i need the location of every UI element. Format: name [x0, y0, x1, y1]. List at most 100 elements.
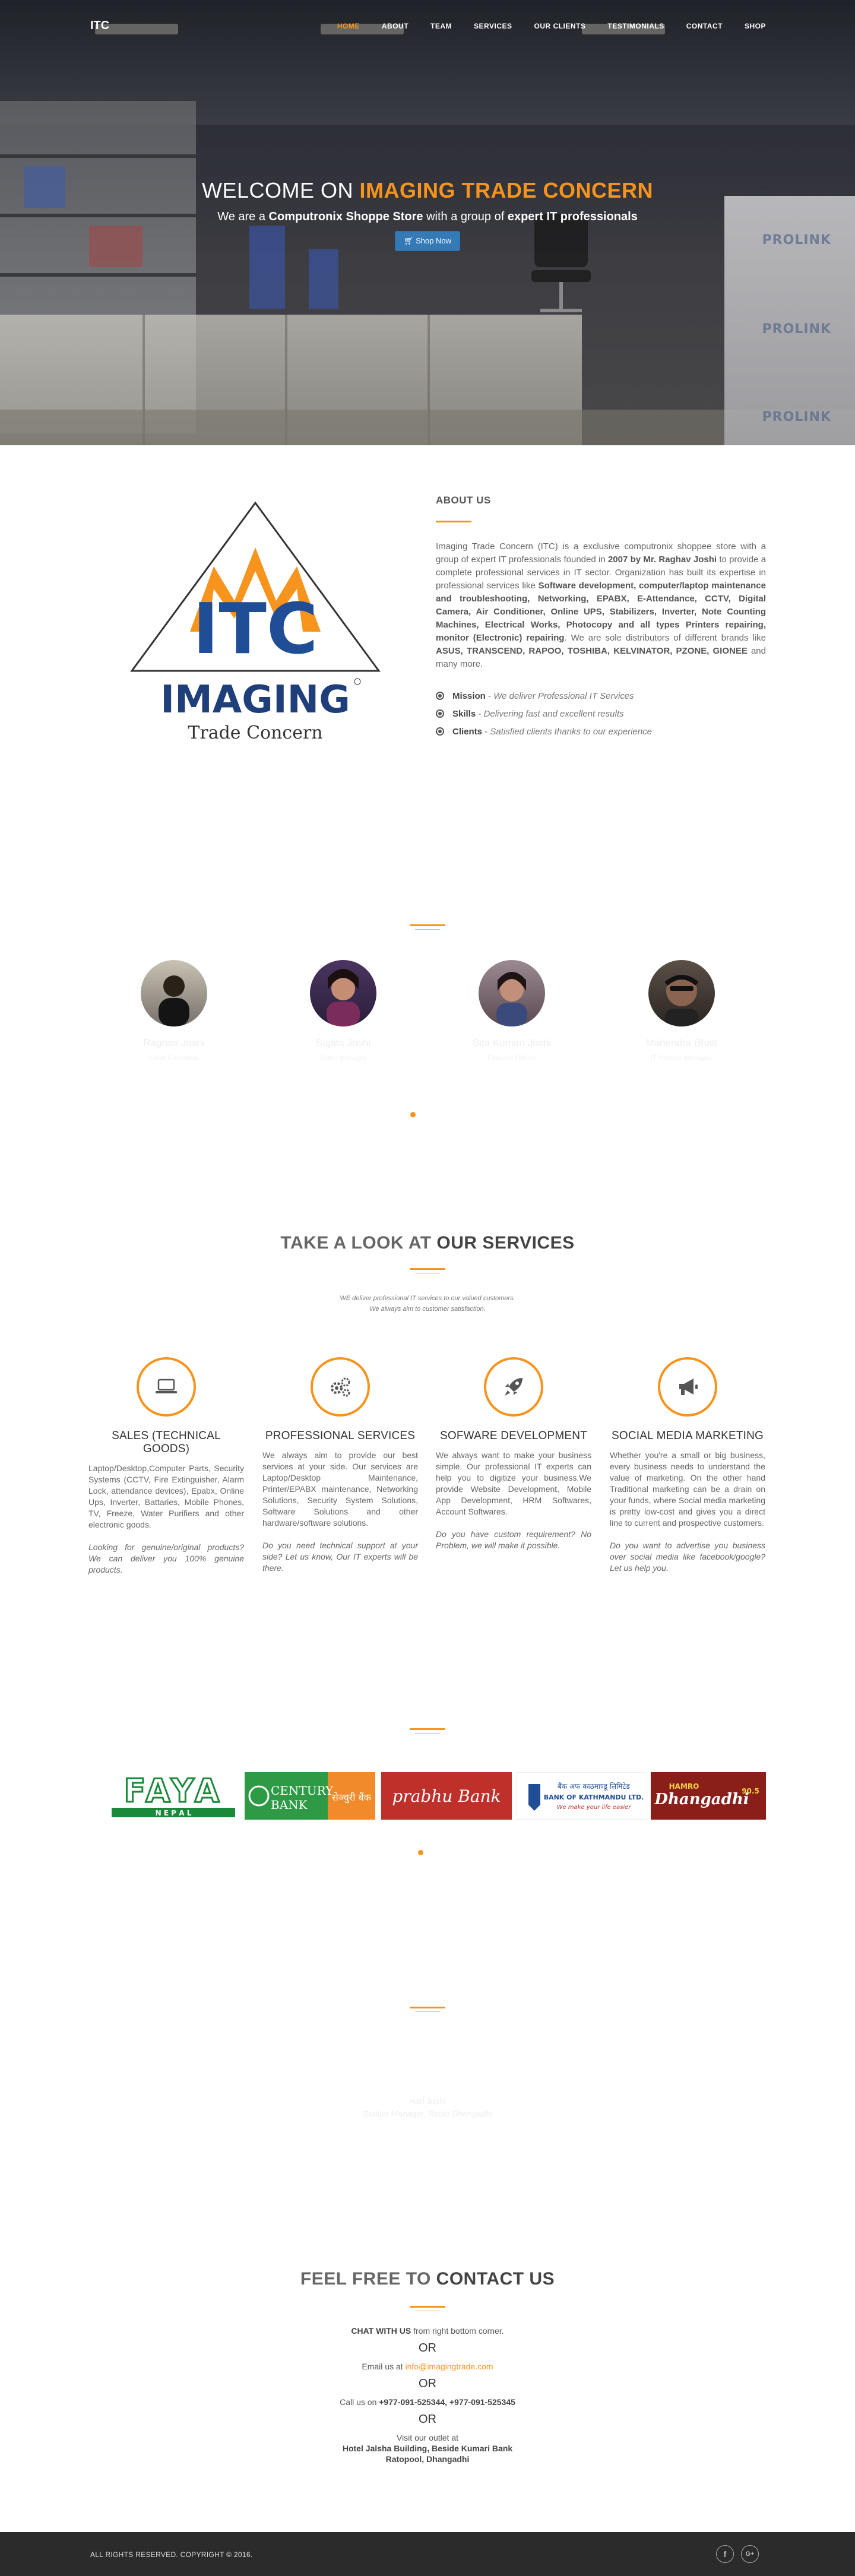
chat-text: from right bottom corner.: [411, 2326, 504, 2336]
feature-skills: Skills - Delivering fast and excellent r…: [436, 705, 766, 723]
shop-now-button[interactable]: 🛒︎ Shop Now: [394, 231, 461, 251]
about-heading-underline: [436, 521, 471, 522]
hero-title: WELCOME ON IMAGING TRADE CONCERN: [0, 178, 855, 203]
feature-text: Satisfied clients thanks to our experien…: [490, 727, 653, 737]
cart-icon: 🛒︎: [403, 236, 416, 245]
about-paragraph: Imaging Trade Concern (ITC) is a exclusi…: [436, 540, 766, 671]
nav-shop[interactable]: SHOP: [745, 22, 766, 30]
avatar: [141, 960, 207, 1026]
client-logo-faya[interactable]: FAYA N E P A L: [108, 1772, 239, 1820]
hero-text: WELCOME ON IMAGING TRADE CONCERN We are …: [0, 178, 855, 251]
email-link[interactable]: info@imagingtrade.com: [406, 2362, 493, 2371]
team-divider: [410, 924, 445, 930]
dot-circle-icon: [436, 692, 444, 700]
about-features: Mission - We deliver Professional IT Ser…: [436, 687, 766, 741]
chat-label: CHAT WITH US: [351, 2326, 411, 2336]
service-note: Do you need technical support at your si…: [262, 1541, 418, 1573]
services-title-light: TAKE A LOOK AT: [280, 1233, 437, 1253]
feature-clients: Clients - Satisfied clients thanks to ou…: [436, 723, 766, 741]
nav-team[interactable]: TEAM: [430, 22, 452, 30]
team-member: Sita Kumari Joshi Finance Officer: [452, 960, 571, 1062]
testimonials-divider: [410, 2007, 445, 2012]
or-separator: OR: [419, 2377, 436, 2390]
client-logo-radio-dhangadhi[interactable]: HAMRO Dhangadhi 90.5: [651, 1772, 766, 1820]
nav-contact[interactable]: CONTACT: [686, 22, 723, 30]
cogs-icon: [311, 1357, 370, 1417]
nav-testimonials[interactable]: TESTIMONIALS: [607, 22, 664, 30]
address-line-1: Hotel Jalsha Building, Beside Kumari Ban…: [0, 2444, 855, 2453]
dot-circle-icon: [436, 709, 444, 718]
member-role: Finance Officer: [487, 1054, 536, 1062]
team-member: Mahendra Bhatt IT Service Manager: [622, 960, 741, 1062]
bok-tagline-text: We make your life easier: [557, 1804, 632, 1811]
about-brands: ASUS, TRANSCEND, RAPOO, TOSHIBA, KELVINA…: [436, 646, 748, 656]
century-nepali-text: सेञ्चुरी बैंक: [332, 1792, 372, 1804]
facebook-icon[interactable]: f: [716, 2545, 734, 2563]
rocket-icon: [484, 1357, 543, 1417]
faya-text: FAYA: [124, 1772, 223, 1810]
service-professional: PROFESSIONAL SERVICES We always aim to p…: [262, 1357, 418, 1574]
phone-label: Call us on: [340, 2397, 379, 2407]
services-title-bold: OUR SERVICES: [436, 1233, 575, 1253]
service-note: Looking for genuine/original products? W…: [88, 1542, 244, 1574]
client-logo-century-bank[interactable]: CENTURY BANK सेञ्चुरी बैंक: [245, 1772, 375, 1820]
century-bank-text: BANK: [271, 1798, 308, 1812]
address-text: Hotel Jalsha Building, Beside Kumari Ban…: [342, 2444, 513, 2453]
feature-label: Clients: [452, 727, 483, 737]
service-title: PROFESSIONAL SERVICES: [265, 1430, 416, 1442]
about-section: ABOUT US Imaging Trade Concern (ITC) is …: [436, 495, 766, 741]
nav-services[interactable]: SERVICES: [474, 22, 512, 30]
copyright-text: ALL RIGHTS RESERVED. COPYRIGHT © 2016.: [90, 2550, 253, 2559]
phone-numbers: +977-091-525344, +977-091-525345: [379, 2397, 515, 2407]
hero-sub-bold: Computronix Shoppe Store: [268, 210, 423, 223]
services-sub-line: We always aim to customer satisfaction.: [369, 1306, 486, 1313]
bok-nepali-text: बैंक अफ काठमाण्डू लिमिटेड: [558, 1782, 630, 1791]
nav-our-clients[interactable]: OUR CLIENTS: [534, 22, 586, 30]
contact-title-bold: CONTACT US: [436, 2269, 555, 2289]
dot-circle-icon: [436, 727, 444, 736]
address-line-2: Ratopool, Dhangadhi: [0, 2454, 855, 2464]
itc-imaging-logo: ITC IMAGING Trade Concern: [130, 501, 381, 743]
address-text: Ratopool, Dhangadhi: [385, 2454, 470, 2464]
or-separator: OR: [419, 2413, 436, 2426]
hero-title-accent: IMAGING TRADE CONCERN: [359, 178, 653, 202]
background-sign: PROLINK: [762, 410, 831, 424]
nav-about[interactable]: ABOUT: [382, 22, 408, 30]
brand-logo[interactable]: ITC: [90, 19, 109, 33]
visit-label: Visit our outlet at: [396, 2433, 459, 2442]
client-logo-bank-of-kathmandu[interactable]: बैंक अफ काठमाण्डू लिमिटेड BANK OF KATHMA…: [517, 1772, 647, 1820]
services-subtitle: WE deliver professional IT services to o…: [0, 1293, 855, 1314]
nav-home[interactable]: HOME: [337, 22, 360, 30]
avatar: [648, 960, 715, 1026]
about-text: . We are sole distributors of different …: [564, 633, 766, 643]
feature-mission: Mission - We deliver Professional IT Ser…: [436, 687, 766, 705]
about-heading: ABOUT US: [436, 495, 491, 506]
century-text: CENTURY: [271, 1783, 334, 1798]
feature-label: Mission: [452, 691, 486, 701]
client-logo-prabhu-bank[interactable]: prabhu Bank: [381, 1772, 512, 1820]
prabhu-text: prabhu Bank: [392, 1786, 501, 1806]
testimonial-role: Station Manager, Radio Dhangadhi: [363, 2109, 492, 2118]
member-name: Raghav Joshi: [143, 1037, 205, 1048]
bullhorn-icon: [658, 1357, 717, 1417]
logo-imaging-text: IMAGING: [160, 678, 350, 722]
product-box: [309, 249, 338, 309]
contact-title: FEEL FREE TO CONTACT US: [0, 2269, 855, 2289]
faya-sub-text: N E P A L: [156, 1809, 192, 1817]
services-divider: [410, 1268, 445, 1273]
testimonial-name: Hari Joshi: [408, 2096, 446, 2106]
logo-itc-text: ITC: [193, 588, 318, 670]
carousel-dot[interactable]: [418, 1850, 423, 1855]
google-plus-icon[interactable]: G+: [741, 2545, 759, 2563]
member-name: Sujata Joshi: [315, 1037, 371, 1048]
dhangadhi-pre-text: HAMRO: [669, 1782, 699, 1791]
shop-now-label: Shop Now: [416, 236, 452, 245]
avatar: [479, 960, 545, 1026]
contact-email-line: Email us at info@imagingtrade.com: [0, 2362, 855, 2371]
service-body: We always aim to provide our best servic…: [262, 1450, 418, 1528]
carousel-dot[interactable]: [410, 1112, 416, 1117]
member-role: Sales Manager: [319, 1054, 368, 1062]
contact-title-light: FEEL FREE TO: [300, 2269, 436, 2289]
services-title: TAKE A LOOK AT OUR SERVICES: [0, 1233, 855, 1253]
service-title: SALES (TECHNICAL GOODS): [112, 1430, 221, 1455]
